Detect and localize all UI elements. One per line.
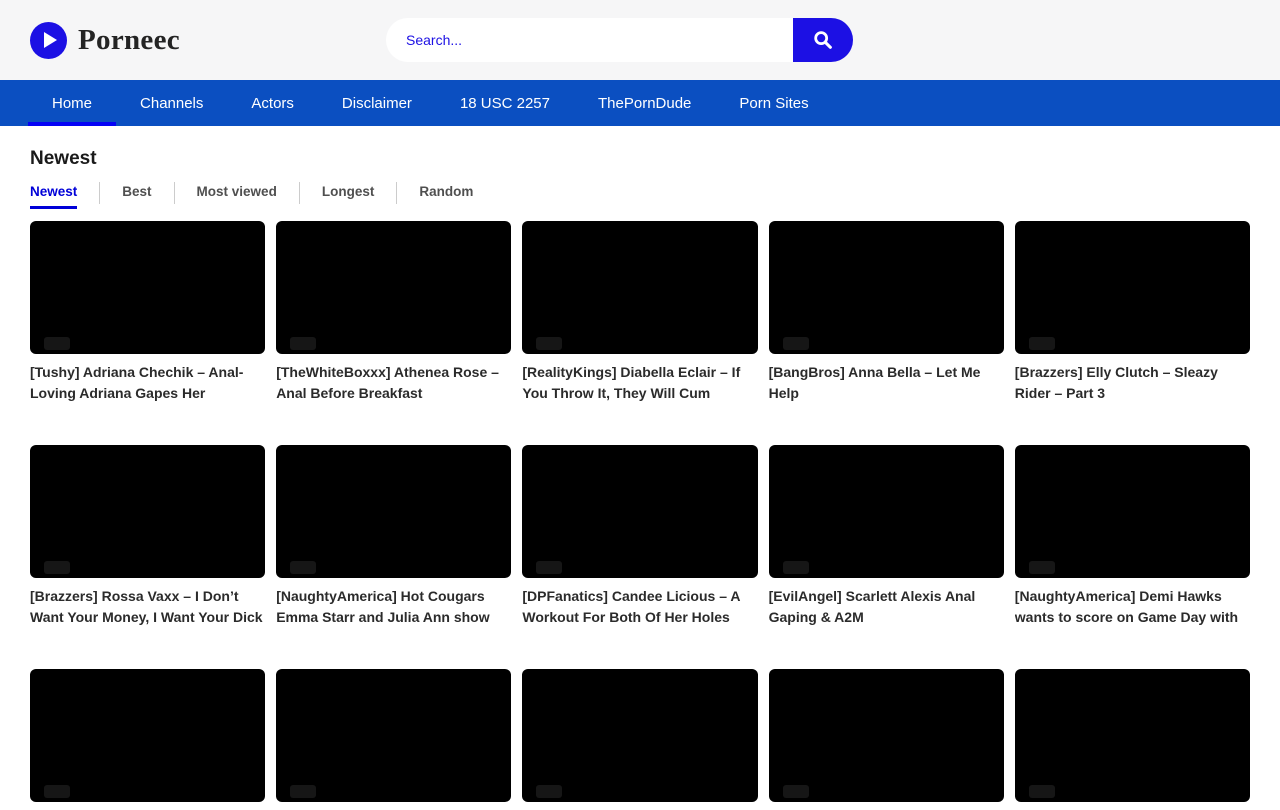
video-title[interactable]: [DPFanatics] Candee Licious – A Workout …	[522, 586, 757, 628]
site-header: Porneec	[0, 0, 1280, 80]
play-icon	[30, 22, 67, 59]
video-card: [BangBros] Anna Bella – Let Me Help	[769, 221, 1004, 404]
site-logo-text: Porneec	[78, 24, 180, 57]
page-title: Newest	[30, 148, 1250, 170]
duration-badge	[290, 561, 316, 574]
video-thumbnail[interactable]	[1015, 221, 1250, 354]
video-thumbnail[interactable]	[1015, 445, 1250, 578]
video-title[interactable]: [NaughtyAmerica] Demi Hawks wants to sco…	[1015, 586, 1250, 628]
video-title[interactable]: [BangBros] Anna Bella – Let Me Help	[769, 362, 1004, 404]
duration-badge	[1029, 337, 1055, 350]
duration-badge	[44, 785, 70, 798]
video-card	[1015, 669, 1250, 810]
video-thumbnail[interactable]	[30, 669, 265, 802]
video-thumbnail[interactable]	[522, 669, 757, 802]
video-title[interactable]: [NaughtyAmerica] Hot Cougars Emma Starr …	[276, 586, 511, 628]
duration-badge	[536, 337, 562, 350]
main-nav: Home Channels Actors Disclaimer 18 USC 2…	[0, 80, 1280, 126]
tab-divider	[99, 182, 100, 204]
nav-item-label: Disclaimer	[342, 95, 412, 112]
tab-divider	[396, 182, 397, 204]
nav-item-channels[interactable]: Channels	[116, 80, 227, 126]
duration-badge	[536, 785, 562, 798]
duration-badge	[536, 561, 562, 574]
video-thumbnail[interactable]	[769, 221, 1004, 354]
video-grid: [Tushy] Adriana Chechik – Anal-Loving Ad…	[30, 221, 1250, 810]
nav-item-18-usc-2257[interactable]: 18 USC 2257	[436, 80, 574, 126]
tab-newest[interactable]: Newest	[30, 184, 77, 209]
search-input[interactable]	[386, 18, 793, 62]
duration-badge	[783, 785, 809, 798]
duration-badge	[44, 561, 70, 574]
video-thumbnail[interactable]	[522, 221, 757, 354]
tab-divider	[299, 182, 300, 204]
tab-random[interactable]: Random	[419, 184, 473, 209]
video-title[interactable]: [Brazzers] Elly Clutch – Sleazy Rider – …	[1015, 362, 1250, 404]
video-thumbnail[interactable]	[522, 445, 757, 578]
nav-item-label: Porn Sites	[739, 95, 808, 112]
video-thumbnail[interactable]	[769, 669, 1004, 802]
video-thumbnail[interactable]	[276, 221, 511, 354]
video-title[interactable]: [RealityKings] Diabella Eclair – If You …	[522, 362, 757, 404]
video-thumbnail[interactable]	[769, 445, 1004, 578]
search-button[interactable]	[793, 18, 853, 62]
video-thumbnail[interactable]	[276, 445, 511, 578]
video-card	[769, 669, 1004, 810]
nav-item-theporndude[interactable]: ThePornDude	[574, 80, 715, 126]
tab-divider	[174, 182, 175, 204]
duration-badge	[783, 337, 809, 350]
video-card: [TheWhiteBoxxx] Athenea Rose – Anal Befo…	[276, 221, 511, 404]
nav-item-label: 18 USC 2257	[460, 95, 550, 112]
video-thumbnail[interactable]	[276, 669, 511, 802]
video-card: [NaughtyAmerica] Demi Hawks wants to sco…	[1015, 445, 1250, 628]
video-card: [Brazzers] Elly Clutch – Sleazy Rider – …	[1015, 221, 1250, 404]
video-title[interactable]: [Brazzers] Rossa Vaxx – I Don’t Want You…	[30, 586, 265, 628]
video-thumbnail[interactable]	[1015, 669, 1250, 802]
nav-item-label: Channels	[140, 95, 203, 112]
tab-most-viewed[interactable]: Most viewed	[197, 184, 277, 209]
video-title[interactable]: [EvilAngel] Scarlett Alexis Anal Gaping …	[769, 586, 1004, 628]
nav-item-label: Actors	[251, 95, 294, 112]
duration-badge	[290, 785, 316, 798]
video-title[interactable]: [Tushy] Adriana Chechik – Anal-Loving Ad…	[30, 362, 265, 404]
video-thumbnail[interactable]	[30, 445, 265, 578]
site-logo[interactable]: Porneec	[30, 22, 180, 59]
video-thumbnail[interactable]	[30, 221, 265, 354]
nav-item-disclaimer[interactable]: Disclaimer	[318, 80, 436, 126]
sort-tabs: Newest Best Most viewed Longest Random	[30, 184, 1250, 209]
video-card: [NaughtyAmerica] Hot Cougars Emma Starr …	[276, 445, 511, 628]
video-card: [EvilAngel] Scarlett Alexis Anal Gaping …	[769, 445, 1004, 628]
video-card	[522, 669, 757, 810]
duration-badge	[783, 561, 809, 574]
nav-item-porn-sites[interactable]: Porn Sites	[715, 80, 832, 126]
duration-badge	[290, 337, 316, 350]
duration-badge	[1029, 561, 1055, 574]
nav-item-home[interactable]: Home	[28, 80, 116, 126]
video-card: [RealityKings] Diabella Eclair – If You …	[522, 221, 757, 404]
tab-longest[interactable]: Longest	[322, 184, 375, 209]
search-icon	[812, 29, 834, 51]
video-title[interactable]: [TheWhiteBoxxx] Athenea Rose – Anal Befo…	[276, 362, 511, 404]
duration-badge	[1029, 785, 1055, 798]
video-card: [Brazzers] Rossa Vaxx – I Don’t Want You…	[30, 445, 265, 628]
nav-item-label: Home	[52, 95, 92, 112]
video-card: [DPFanatics] Candee Licious – A Workout …	[522, 445, 757, 628]
video-card	[276, 669, 511, 810]
search-form	[386, 18, 853, 62]
nav-item-label: ThePornDude	[598, 95, 691, 112]
main-content: Newest Newest Best Most viewed Longest Rando…	[0, 148, 1280, 810]
tab-best[interactable]: Best	[122, 184, 151, 209]
duration-badge	[44, 337, 70, 350]
video-card	[30, 669, 265, 810]
nav-item-actors[interactable]: Actors	[227, 80, 318, 126]
video-card: [Tushy] Adriana Chechik – Anal-Loving Ad…	[30, 221, 265, 404]
